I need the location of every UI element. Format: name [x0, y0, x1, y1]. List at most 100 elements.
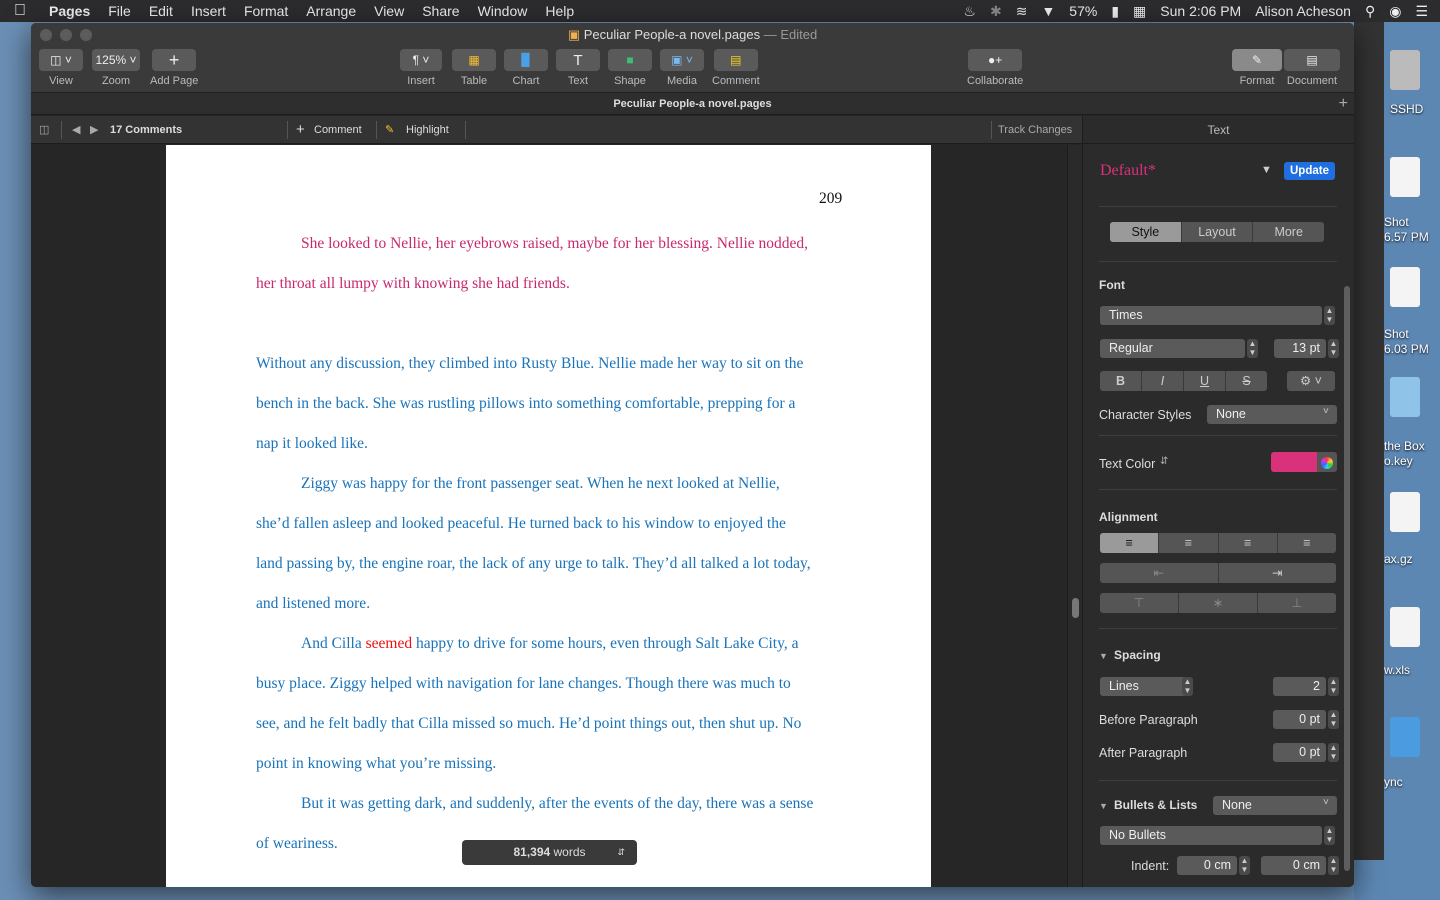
highlighter-icon[interactable]: ✎: [385, 116, 394, 144]
calendar-icon[interactable]: ▦: [1133, 3, 1146, 20]
screenshot-file-icon[interactable]: [1390, 267, 1420, 307]
insert-tool[interactable]: ¶ ˅ Insert: [400, 49, 442, 87]
text-line[interactable]: point in knowing what you’re missing.: [256, 755, 496, 773]
document-scrollbar[interactable]: [1067, 145, 1082, 887]
align-middle-icon[interactable]: ∗: [1179, 593, 1258, 613]
strikethrough-button[interactable]: S: [1226, 371, 1267, 391]
table-icon[interactable]: ▦: [452, 49, 496, 71]
zoom-tool[interactable]: 125% ˅ Zoom: [92, 49, 140, 87]
underline-button[interactable]: U: [1184, 371, 1226, 391]
notification-center-icon[interactable]: ☰: [1415, 3, 1428, 20]
new-tab-icon[interactable]: +: [1339, 93, 1348, 115]
indent-right-stepper-icon[interactable]: ▲ ▼: [1328, 856, 1339, 875]
add-page-button[interactable]: +: [152, 49, 197, 71]
chart-tool[interactable]: ▉ Chart: [504, 49, 548, 87]
inspector-scrollbar[interactable]: [1344, 286, 1350, 871]
collaborate-tool[interactable]: ●+ Collaborate: [967, 49, 1023, 87]
spotlight-search-icon[interactable]: ⚲: [1365, 3, 1375, 20]
font-weight-select[interactable]: Regular: [1100, 339, 1245, 358]
align-left-icon[interactable]: ≡: [1100, 533, 1160, 553]
text-line[interactable]: Ziggy was happy for the front passenger …: [301, 475, 780, 493]
clock[interactable]: Sun 2:06 PM: [1160, 3, 1241, 19]
text-line[interactable]: she’d fallen asleep and looked peaceful.…: [256, 515, 786, 533]
add-page-tool[interactable]: + Add Page: [150, 49, 198, 87]
chart-icon[interactable]: ▉: [504, 49, 548, 71]
spreadsheet-file-icon[interactable]: [1390, 607, 1420, 647]
align-top-icon[interactable]: ⊤: [1100, 593, 1179, 613]
text-line[interactable]: her throat all lumpy with knowing she ha…: [256, 275, 570, 293]
increase-indent-icon[interactable]: ⇥: [1219, 563, 1337, 583]
menu-arrange[interactable]: Arrange: [297, 3, 365, 19]
spacing-mode-chevron-icon[interactable]: ▲ ▼: [1182, 677, 1193, 696]
menu-app[interactable]: Pages: [40, 3, 99, 19]
font-weight-chevron-icon[interactable]: ▲ ▼: [1247, 339, 1258, 358]
view-button[interactable]: ◫ ˅: [39, 49, 83, 71]
spacing-mode-select[interactable]: Lines: [1100, 677, 1192, 696]
before-paragraph-stepper-icon[interactable]: ▲ ▼: [1328, 710, 1339, 729]
line-spacing-field[interactable]: 2: [1273, 677, 1326, 696]
text-icon[interactable]: T: [556, 49, 600, 71]
bullet-style-chevron-icon[interactable]: ▲ ▼: [1324, 826, 1335, 845]
bullets-list-select[interactable]: None: [1213, 796, 1337, 815]
before-paragraph-field[interactable]: 0 pt: [1273, 710, 1326, 729]
font-size-field[interactable]: 13 pt: [1274, 339, 1326, 358]
text-line[interactable]: And Cilla seemed happy to drive for some…: [301, 635, 799, 653]
align-justify-icon[interactable]: ≡: [1278, 533, 1336, 553]
align-bottom-icon[interactable]: ⊥: [1258, 593, 1336, 613]
text-line[interactable]: She looked to Nellie, her eyebrows raise…: [301, 235, 808, 253]
battery-icon[interactable]: ▮: [1111, 3, 1119, 20]
insert-button[interactable]: ¶ ˅: [400, 49, 442, 71]
font-family-select[interactable]: Times: [1100, 306, 1322, 325]
update-style-button[interactable]: Update: [1284, 162, 1335, 180]
tracked-change-word[interactable]: seemed: [366, 635, 412, 652]
siri-icon[interactable]: ◉: [1389, 3, 1401, 20]
bullet-style-select[interactable]: No Bullets: [1100, 826, 1322, 845]
text-line[interactable]: land passing by, the engine roar, the la…: [256, 555, 811, 573]
tab-more[interactable]: More: [1253, 222, 1324, 242]
disclosure-triangle-icon[interactable]: ▼: [1099, 801, 1108, 811]
line-spacing-stepper-icon[interactable]: ▲ ▼: [1328, 677, 1339, 696]
volume-icon[interactable]: ▼: [1041, 3, 1055, 19]
text-line[interactable]: Without any discussion, they climbed int…: [256, 355, 803, 373]
text-line[interactable]: see, and he felt badly that Cilla missed…: [256, 715, 801, 733]
desktop-item-sync[interactable]: ync: [1384, 775, 1403, 789]
align-right-icon[interactable]: ≡: [1219, 533, 1278, 553]
format-tool[interactable]: ✎ Format: [1232, 49, 1282, 87]
table-tool[interactable]: ▦ Table: [452, 49, 496, 87]
text-line[interactable]: But it was getting dark, and suddenly, a…: [301, 795, 813, 813]
text-color-well[interactable]: [1271, 452, 1317, 472]
font-size-stepper-icon[interactable]: ▲ ▼: [1328, 339, 1339, 358]
style-dropdown-icon[interactable]: ▼: [1261, 164, 1272, 176]
text-options-button[interactable]: ⚙ ˅: [1287, 371, 1335, 391]
wifi-icon[interactable]: ≋: [1016, 3, 1028, 20]
text-tool[interactable]: T Text: [556, 49, 600, 87]
drive-icon[interactable]: [1390, 50, 1420, 90]
media-icon[interactable]: ▣ ˅: [660, 49, 704, 71]
italic-button[interactable]: I: [1142, 371, 1184, 391]
word-count-stepper-icon[interactable]: ⇵: [617, 840, 625, 865]
document-page[interactable]: 209 She looked to Nellie, her eyebrows r…: [166, 145, 931, 887]
text-line[interactable]: busy place. Ziggy helped with navigation…: [256, 675, 791, 693]
scroll-thumb[interactable]: [1072, 598, 1079, 618]
collaborate-icon[interactable]: ●+: [968, 49, 1023, 71]
screenshot-file-icon[interactable]: [1390, 157, 1420, 197]
indent-right-field[interactable]: 0 cm: [1261, 856, 1326, 875]
battery-percent[interactable]: 57%: [1069, 3, 1097, 19]
user-name[interactable]: Alison Acheson: [1255, 3, 1351, 19]
highlight-button[interactable]: Highlight: [406, 116, 449, 144]
comment-icon[interactable]: ▤: [713, 49, 758, 71]
zoom-select[interactable]: 125% ˅: [92, 49, 140, 71]
apple-menu-icon[interactable]: : [0, 2, 40, 20]
paragraph-style-name[interactable]: Default*: [1100, 162, 1156, 180]
tab-layout[interactable]: Layout: [1182, 222, 1254, 242]
shape-tool[interactable]: ■ Shape: [608, 49, 652, 87]
text-color-mode-icon[interactable]: ⇵: [1160, 456, 1168, 467]
sidebar-toggle-icon[interactable]: ◫: [39, 116, 49, 144]
menu-edit[interactable]: Edit: [140, 3, 182, 19]
spacing-section-label[interactable]: Spacing: [1114, 648, 1161, 662]
after-paragraph-stepper-icon[interactable]: ▲ ▼: [1328, 743, 1339, 762]
previous-comment-icon[interactable]: ◀: [72, 116, 80, 144]
comment-tool[interactable]: ▤ Comment: [712, 49, 760, 87]
text-line[interactable]: nap it looked like.: [256, 435, 368, 453]
menu-share[interactable]: Share: [413, 3, 468, 19]
